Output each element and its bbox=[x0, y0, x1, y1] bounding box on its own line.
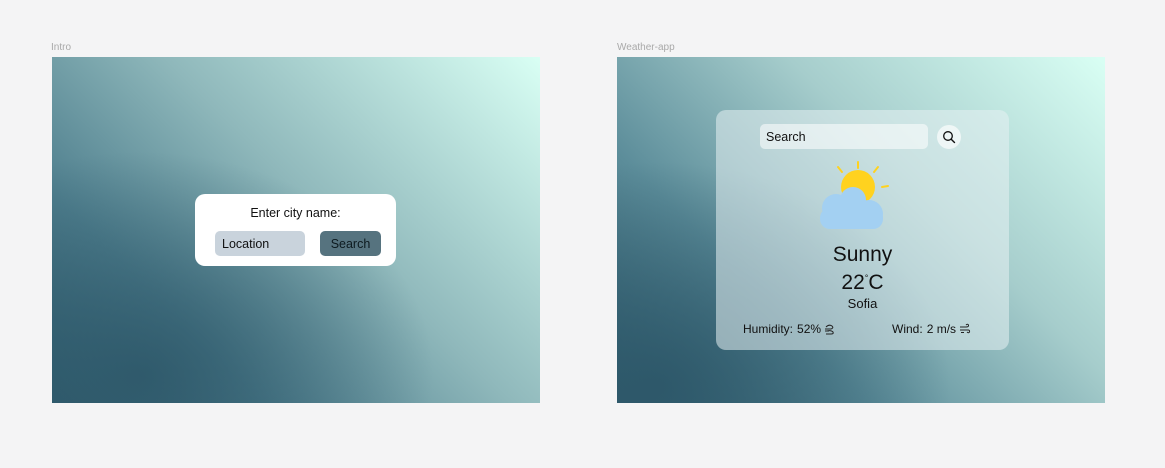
temperature-value: 22 bbox=[841, 271, 865, 294]
wind-value: 2 m/s bbox=[926, 322, 957, 336]
location-input[interactable] bbox=[215, 231, 305, 256]
weather-app-frame: Sunny 22°C Sofia Humidity: 52% Wind: 2 m… bbox=[617, 57, 1105, 403]
humidity-value: 52% bbox=[797, 322, 822, 336]
city-name: Sofia bbox=[847, 296, 878, 311]
sun-cloud-icon bbox=[820, 161, 889, 229]
wind-stat: Wind: 2 m/s bbox=[892, 322, 971, 336]
search-input[interactable] bbox=[760, 124, 928, 149]
weather-card: Sunny 22°C Sofia Humidity: 52% Wind: 2 m… bbox=[716, 110, 1009, 350]
city-entry-card: Enter city name: Search bbox=[195, 194, 396, 266]
degree-symbol: ° bbox=[864, 273, 869, 283]
temperature-unit: C bbox=[868, 271, 884, 294]
search-button[interactable]: Search bbox=[320, 231, 381, 256]
temperature: 22°C bbox=[716, 271, 1009, 295]
search-icon bbox=[943, 131, 956, 144]
humidity-icon bbox=[825, 324, 834, 335]
search-icon-button[interactable] bbox=[937, 125, 961, 149]
humidity-label: Humidity: bbox=[743, 322, 794, 336]
frame-label-intro: Intro bbox=[51, 42, 72, 53]
wind-label: Wind: bbox=[892, 322, 923, 336]
wind-icon bbox=[960, 323, 971, 334]
intro-frame: Enter city name: Search bbox=[52, 57, 540, 403]
weather-condition: Sunny bbox=[832, 243, 893, 266]
city-entry-title: Enter city name: bbox=[250, 206, 341, 220]
frame-label-weather-app: Weather-app bbox=[617, 42, 675, 53]
humidity-stat: Humidity: 52% bbox=[743, 322, 836, 336]
